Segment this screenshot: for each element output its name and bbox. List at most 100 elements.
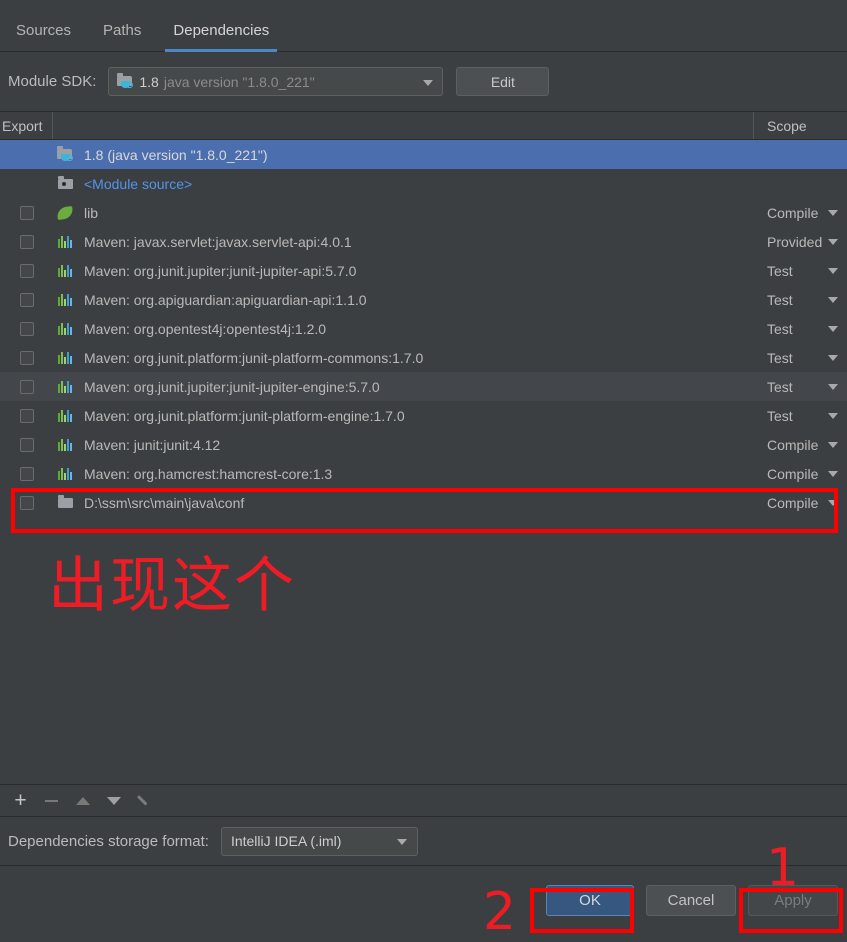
dependency-name: Maven: org.apiguardian:apiguardian-api:1… xyxy=(77,292,754,308)
scope-cell[interactable]: Compile xyxy=(754,437,847,453)
table-row[interactable]: libCompile xyxy=(0,198,847,227)
plus-icon: + xyxy=(14,790,26,811)
dependency-name: Maven: org.junit.platform:junit-platform… xyxy=(77,350,754,366)
row-icon-cell xyxy=(53,438,77,451)
edit-sdk-button[interactable]: Edit xyxy=(456,67,549,96)
export-checkbox-cell xyxy=(0,496,53,510)
maven-library-icon xyxy=(58,293,73,306)
export-checkbox[interactable] xyxy=(20,438,34,452)
row-icon-cell xyxy=(53,207,77,219)
scope-cell[interactable]: Test xyxy=(754,321,847,337)
row-icon-cell xyxy=(53,380,77,393)
dependencies-list[interactable]: 1.8 (java version "1.8.0_221") <Module so… xyxy=(0,140,847,784)
export-checkbox[interactable] xyxy=(20,496,34,510)
column-header-name[interactable] xyxy=(53,112,754,139)
dependency-name: Maven: org.junit.jupiter:junit-jupiter-e… xyxy=(77,379,754,395)
scope-cell[interactable]: Test xyxy=(754,408,847,424)
table-row[interactable]: Maven: org.hamcrest:hamcrest-core:1.3Com… xyxy=(0,459,847,488)
tab-dependencies-label: Dependencies xyxy=(173,22,269,39)
export-checkbox-cell xyxy=(0,322,53,336)
move-down-button[interactable] xyxy=(98,788,129,814)
column-header-export[interactable]: Export xyxy=(0,112,53,139)
scope-value: Compile xyxy=(754,495,818,511)
tab-dependencies[interactable]: Dependencies xyxy=(157,22,285,51)
scope-cell[interactable]: Test xyxy=(754,292,847,308)
remove-dependency-button[interactable] xyxy=(36,788,67,814)
export-checkbox-cell xyxy=(0,293,53,307)
row-icon-cell xyxy=(53,178,77,190)
dependency-name: 1.8 (java version "1.8.0_221") xyxy=(77,147,754,163)
export-checkbox[interactable] xyxy=(20,293,34,307)
table-row[interactable]: Maven: org.junit.jupiter:junit-jupiter-a… xyxy=(0,256,847,285)
module-sdk-dropdown[interactable]: 1.8 java version "1.8.0_221" xyxy=(108,67,443,96)
scope-cell[interactable]: Provided xyxy=(754,234,847,250)
scope-cell[interactable]: Compile xyxy=(754,466,847,482)
row-icon-cell xyxy=(53,235,77,248)
scope-value: Test xyxy=(754,379,793,395)
scope-cell[interactable]: Test xyxy=(754,379,847,395)
table-row[interactable]: Maven: org.junit.platform:junit-platform… xyxy=(0,343,847,372)
add-dependency-button[interactable]: + xyxy=(5,788,36,814)
table-row[interactable]: D:\ssm\src\main\java\confCompile xyxy=(0,488,847,517)
apply-button[interactable]: Apply xyxy=(748,885,838,916)
table-row[interactable]: Maven: org.apiguardian:apiguardian-api:1… xyxy=(0,285,847,314)
column-header-scope[interactable]: Scope xyxy=(754,112,847,139)
dependency-name: Maven: org.junit.platform:junit-platform… xyxy=(77,408,754,424)
maven-library-icon xyxy=(58,351,73,364)
chevron-down-icon xyxy=(828,471,838,477)
module-sdk-label: Module SDK: xyxy=(8,73,96,90)
pencil-icon xyxy=(138,794,151,807)
table-row[interactable]: Maven: org.opentest4j:opentest4j:1.2.0Te… xyxy=(0,314,847,343)
table-row[interactable]: Maven: junit:junit:4.12Compile xyxy=(0,430,847,459)
export-checkbox[interactable] xyxy=(20,351,34,365)
tab-paths[interactable]: Paths xyxy=(87,22,157,51)
dependency-name: lib xyxy=(77,205,754,221)
scope-cell[interactable]: Compile xyxy=(754,495,847,511)
row-icon-cell xyxy=(53,322,77,335)
export-checkbox[interactable] xyxy=(20,235,34,249)
export-checkbox-cell xyxy=(0,264,53,278)
scope-value: Test xyxy=(754,263,793,279)
cancel-button[interactable]: Cancel xyxy=(646,885,736,916)
chevron-down-icon xyxy=(828,326,838,332)
tab-paths-label: Paths xyxy=(103,22,141,39)
export-checkbox[interactable] xyxy=(20,409,34,423)
scope-cell[interactable]: Test xyxy=(754,350,847,366)
scope-value: Provided xyxy=(754,234,822,250)
table-row[interactable]: 1.8 (java version "1.8.0_221") xyxy=(0,140,847,169)
scope-cell[interactable]: Test xyxy=(754,263,847,279)
export-checkbox[interactable] xyxy=(20,264,34,278)
chevron-down-icon xyxy=(828,442,838,448)
table-row[interactable]: Maven: javax.servlet:javax.servlet-api:4… xyxy=(0,227,847,256)
export-checkbox[interactable] xyxy=(20,380,34,394)
dependency-name: Maven: junit:junit:4.12 xyxy=(77,437,754,453)
chevron-down-icon xyxy=(397,839,407,845)
table-row[interactable]: Maven: org.junit.platform:junit-platform… xyxy=(0,401,847,430)
dependency-name: Maven: javax.servlet:javax.servlet-api:4… xyxy=(77,234,754,250)
table-row[interactable]: <Module source> xyxy=(0,169,847,198)
ok-button[interactable]: OK xyxy=(546,885,634,916)
edit-dependency-button[interactable] xyxy=(129,788,160,814)
chevron-down-icon xyxy=(828,413,838,419)
storage-format-dropdown[interactable]: IntelliJ IDEA (.iml) xyxy=(221,827,418,856)
chevron-down-icon xyxy=(828,297,838,303)
export-checkbox[interactable] xyxy=(20,322,34,336)
tab-sources-label: Sources xyxy=(16,22,71,39)
dependencies-toolbar: + xyxy=(0,784,847,817)
row-icon-cell xyxy=(53,351,77,364)
folder-icon xyxy=(58,497,73,509)
dependency-name: Maven: org.opentest4j:opentest4j:1.2.0 xyxy=(77,321,754,337)
storage-format-row: Dependencies storage format: IntelliJ ID… xyxy=(0,817,847,866)
tab-sources[interactable]: Sources xyxy=(0,22,87,51)
scope-cell[interactable]: Compile xyxy=(754,205,847,221)
maven-library-icon xyxy=(58,322,73,335)
chevron-down-icon xyxy=(828,210,838,216)
row-icon-cell xyxy=(53,467,77,480)
export-checkbox-cell xyxy=(0,235,53,249)
export-checkbox[interactable] xyxy=(20,467,34,481)
table-row[interactable]: Maven: org.junit.jupiter:junit-jupiter-e… xyxy=(0,372,847,401)
move-up-button[interactable] xyxy=(67,788,98,814)
export-checkbox[interactable] xyxy=(20,206,34,220)
dependency-name: Maven: org.hamcrest:hamcrest-core:1.3 xyxy=(77,466,754,482)
maven-library-icon xyxy=(58,438,73,451)
